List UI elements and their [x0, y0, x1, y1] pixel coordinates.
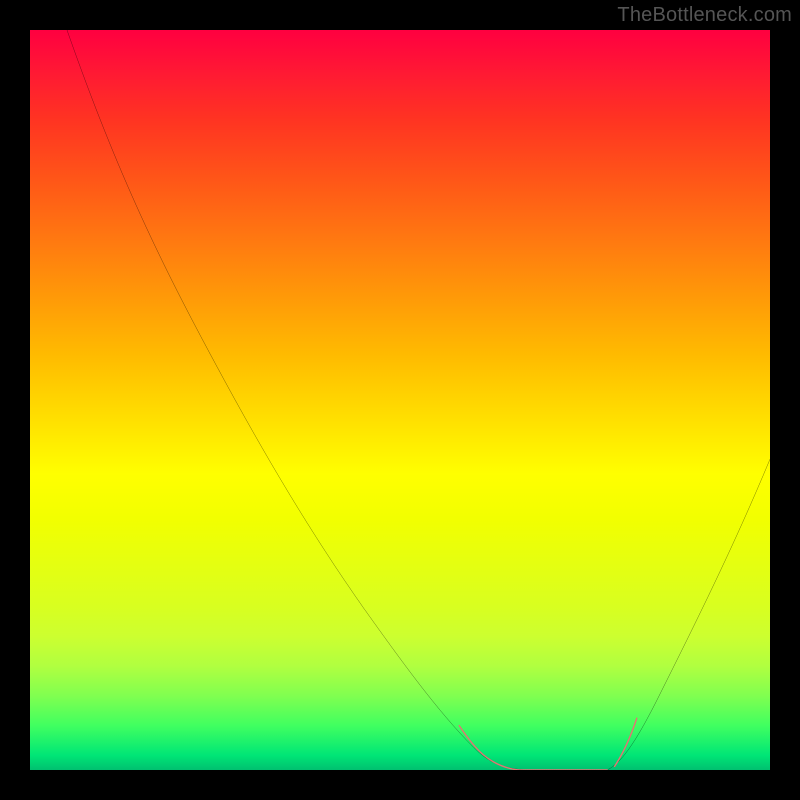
- watermark-text: TheBottleneck.com: [617, 4, 792, 27]
- curve-path: [67, 30, 770, 770]
- chart-frame: TheBottleneck.com: [0, 0, 800, 800]
- bottleneck-curve: [30, 30, 770, 770]
- bottleneck-heatmap-plot: [30, 30, 770, 770]
- sweet-spot-left: [459, 726, 518, 770]
